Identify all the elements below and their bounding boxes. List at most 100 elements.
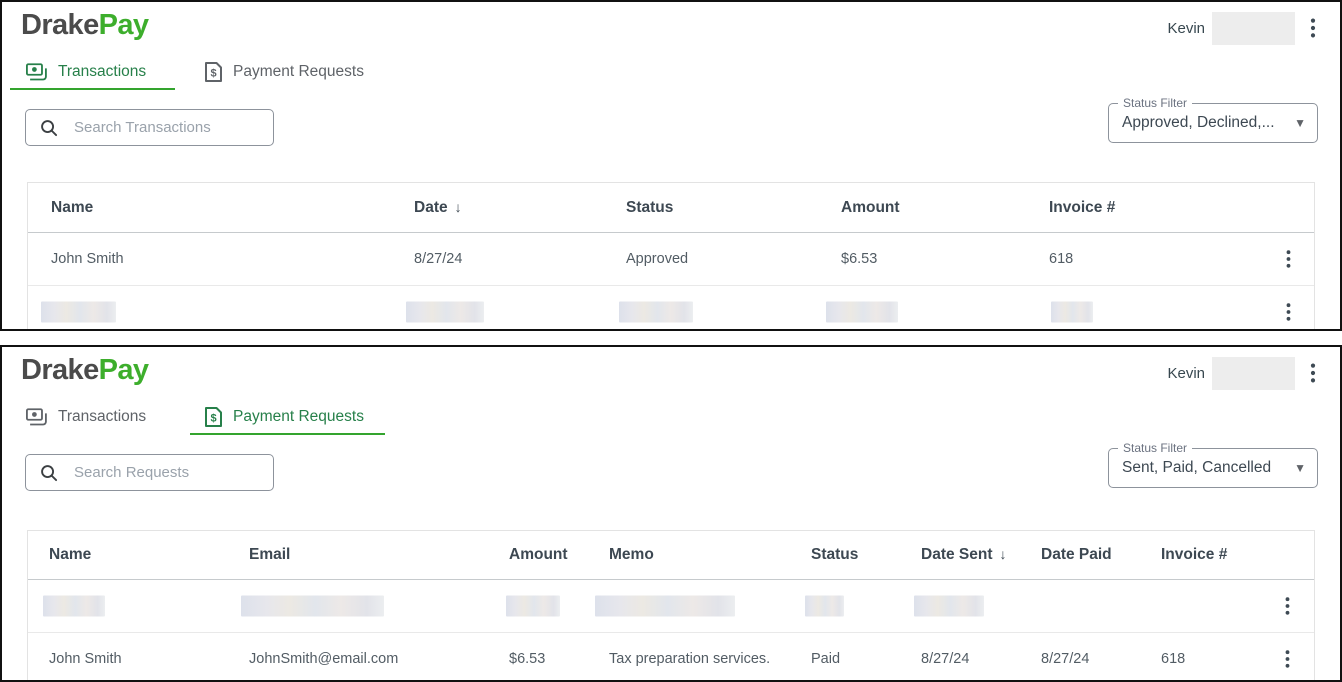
kebab-menu-icon [1310, 18, 1316, 38]
row-kebab-menu-button[interactable] [1261, 646, 1314, 672]
redacted-cell-name [43, 596, 105, 617]
column-header-date-paid[interactable]: Date Paid [1041, 546, 1161, 564]
svg-text:$: $ [210, 68, 216, 80]
table-row-redacted [28, 580, 1314, 633]
tab-payment-requests[interactable]: $ Payment Requests [190, 56, 385, 90]
search-transactions-box [25, 109, 274, 146]
status-filter-dropdown[interactable]: Status Filter Approved, Declined,... ▼ [1108, 103, 1318, 143]
column-header-date-sent[interactable]: Date Sent↓ [921, 546, 1041, 564]
cell-amount: $6.53 [509, 651, 609, 667]
logo-pay: Pay [99, 354, 149, 386]
payment-requests-table-header: Name Email Amount Memo Status Date Sent↓… [28, 531, 1314, 580]
tab-transactions-label: Transactions [58, 63, 146, 81]
search-icon [40, 464, 58, 482]
column-header-date[interactable]: Date↓ [414, 199, 626, 217]
drakepay-logo: DrakePay [21, 354, 148, 387]
status-filter-label: Status Filter [1118, 96, 1192, 110]
row-kebab-menu-button[interactable] [1262, 299, 1314, 325]
redacted-cell-amount [506, 596, 560, 617]
tab-bar: Transactions $ Payment Requests [10, 401, 385, 435]
cell-invoice: 618 [1049, 251, 1229, 267]
kebab-menu-icon [1286, 250, 1291, 268]
logo-pay: Pay [99, 9, 149, 41]
banknote-icon [26, 63, 47, 81]
dollar-document-icon: $ [205, 407, 222, 427]
status-filter-value: Sent, Paid, Cancelled [1122, 459, 1288, 477]
column-header-invoice[interactable]: Invoice # [1161, 546, 1261, 564]
cell-status: Paid [811, 651, 921, 667]
tab-transactions-label: Transactions [58, 408, 146, 426]
cell-invoice: 618 [1161, 651, 1261, 667]
payment-requests-table: Name Email Amount Memo Status Date Sent↓… [27, 530, 1315, 682]
transactions-table-header: Name Date↓ Status Amount Invoice # [28, 183, 1314, 233]
redacted-cell-memo [595, 596, 735, 617]
table-row: John Smith JohnSmith@email.com $6.53 Tax… [28, 633, 1314, 682]
redacted-cell-date-sent [914, 596, 984, 617]
logo-drake: Drake [21, 354, 99, 386]
column-header-name[interactable]: Name [49, 546, 249, 564]
logo-drake: Drake [21, 9, 99, 41]
payment-requests-window: DrakePay Kevin Transactions $ Payment Re… [0, 345, 1342, 682]
search-icon [40, 119, 58, 137]
column-header-amount[interactable]: Amount [841, 199, 1049, 217]
account-kebab-menu-button[interactable] [1306, 16, 1320, 40]
user-name: Kevin [1167, 20, 1205, 37]
tab-payment-requests-label: Payment Requests [233, 63, 364, 81]
column-header-email[interactable]: Email [249, 546, 509, 564]
column-header-name[interactable]: Name [51, 199, 414, 217]
kebab-menu-icon [1310, 363, 1316, 383]
search-transactions-input[interactable] [72, 118, 263, 137]
kebab-menu-icon [1285, 597, 1290, 615]
column-header-memo[interactable]: Memo [609, 546, 811, 564]
column-header-status[interactable]: Status [811, 546, 921, 564]
dollar-document-icon: $ [205, 62, 222, 82]
tab-payment-requests[interactable]: $ Payment Requests [190, 401, 385, 435]
column-header-status[interactable]: Status [626, 199, 841, 217]
transactions-table: Name Date↓ Status Amount Invoice # John … [27, 182, 1315, 331]
cell-amount: $6.53 [841, 251, 1049, 267]
cell-name: John Smith [51, 251, 414, 267]
drakepay-logo: DrakePay [21, 9, 148, 42]
redacted-cell-date [406, 302, 484, 323]
status-filter-dropdown[interactable]: Status Filter Sent, Paid, Cancelled ▼ [1108, 448, 1318, 488]
cell-status: Approved [626, 251, 841, 267]
banknote-icon [26, 408, 47, 426]
column-header-amount[interactable]: Amount [509, 546, 609, 564]
user-area: Kevin [1167, 11, 1320, 45]
cell-memo: Tax preparation services. [609, 651, 811, 667]
cell-date-sent: 8/27/24 [921, 651, 1041, 667]
user-area: Kevin [1167, 356, 1320, 390]
dropdown-caret-icon: ▼ [1294, 461, 1306, 475]
kebab-menu-icon [1286, 303, 1291, 321]
redacted-cell-status [805, 596, 844, 617]
cell-date: 8/27/24 [414, 251, 626, 267]
redacted-cell-amount [826, 302, 898, 323]
status-filter-label: Status Filter [1118, 441, 1192, 455]
cell-name: John Smith [49, 651, 249, 667]
cell-email: JohnSmith@email.com [249, 651, 509, 667]
status-filter-value: Approved, Declined,... [1122, 114, 1288, 132]
row-kebab-menu-button[interactable] [1261, 593, 1314, 619]
redacted-cell-invoice [1051, 302, 1093, 323]
kebab-menu-icon [1285, 650, 1290, 668]
column-header-invoice[interactable]: Invoice # [1049, 199, 1229, 217]
cell-date-paid: 8/27/24 [1041, 651, 1161, 667]
redacted-user-lastname [1212, 357, 1295, 390]
tab-transactions[interactable]: Transactions [10, 401, 175, 435]
tab-payment-requests-label: Payment Requests [233, 408, 364, 426]
account-kebab-menu-button[interactable] [1306, 361, 1320, 385]
transactions-window: DrakePay Kevin Transactions $ Payment Re… [0, 0, 1342, 331]
user-name: Kevin [1167, 365, 1205, 382]
tab-transactions[interactable]: Transactions [10, 56, 175, 90]
sort-down-icon: ↓ [455, 199, 462, 215]
row-kebab-menu-button[interactable] [1262, 246, 1314, 272]
dropdown-caret-icon: ▼ [1294, 116, 1306, 130]
search-requests-input[interactable] [72, 463, 263, 482]
redacted-user-lastname [1212, 12, 1295, 45]
table-row-redacted [28, 286, 1314, 331]
redacted-cell-email [241, 596, 384, 617]
search-requests-box [25, 454, 274, 491]
tab-bar: Transactions $ Payment Requests [10, 56, 385, 90]
redacted-cell-name [41, 302, 116, 323]
sort-down-icon: ↓ [1000, 546, 1007, 562]
